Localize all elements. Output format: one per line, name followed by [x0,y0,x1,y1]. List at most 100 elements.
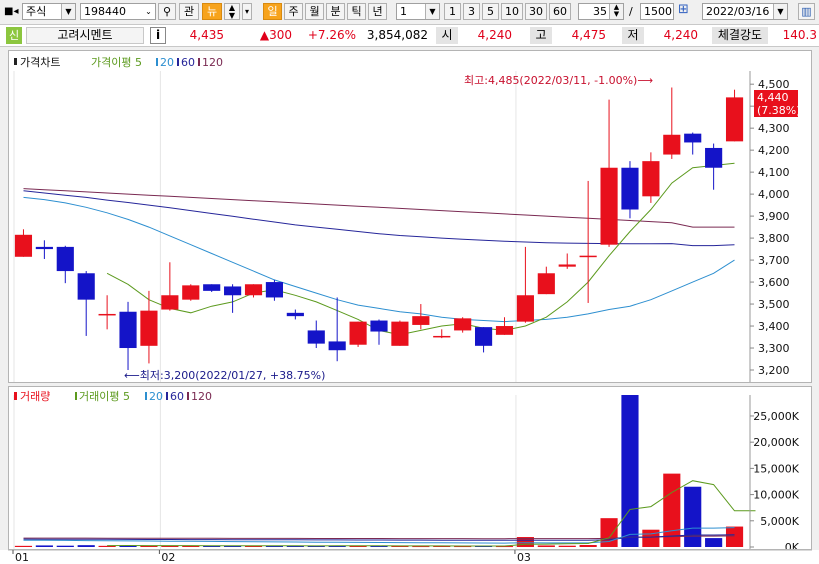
volume-legend-ma-label: 거래이평 [79,390,119,403]
quote-bar: 신 고려시멘트 i 4,435 ▲300 +7.26% 3,854,082 시 … [0,25,819,47]
open-label: 시 [436,27,458,44]
volume-legend-ma120: 120 [191,390,212,403]
legend-marker [145,392,147,400]
date-select[interactable]: 2022/03/16 ▼ [702,3,788,20]
count-spinner[interactable]: ▲ ▼ [609,4,623,19]
candle-body [77,273,95,300]
price-axis: 3,200 3,300 3,400 3,500 3,600 3,700 3,800 3,900… [749,71,790,382]
price-chart[interactable]: 3,200 3,300 3,400 3,500 3,600 3,700 3,800 3,900… [9,51,811,382]
chevron-down-icon[interactable]: ▼ [425,4,439,19]
low-annotation-text: 최저:3,200(2022/01/27, +38.75%) [140,369,326,382]
price-tick-label: 3,900 [758,210,790,223]
volume-bar [56,545,74,547]
period-btn-30[interactable]: 30 [525,3,547,20]
price-tick-label: 3,500 [758,298,790,311]
candle-body [621,167,639,210]
chevron-down-icon[interactable]: ⌄ [142,4,155,19]
legend-marker [198,58,200,66]
period-btn-10[interactable]: 10 [501,3,523,20]
volume-bar [35,545,53,547]
high-annotation-text: 최고:4,485(2022/03/11, -1.00%) [464,74,637,87]
candle-body [119,311,137,349]
period-btn-5[interactable]: 5 [482,3,499,20]
chevron-down-icon[interactable]: ▼ [61,4,75,19]
candle-body [14,234,33,257]
volume-legend-title: 거래량 [20,390,50,403]
price-grid [13,71,517,382]
volume-chart-pane[interactable]: 0K 5,000K 10,000K 15,000K 20,000K 25,000K 거래량… [8,386,812,550]
price-tick-label: 4,300 [758,122,790,135]
price-tick-label: 3,700 [758,254,790,267]
price-chart-pane[interactable]: 3,200 3,300 3,400 3,500 3,600 3,700 3,800 3,900… [8,50,812,383]
price-legend-ma5: 5 [135,56,142,69]
candle-body [161,295,179,310]
market-select-value: 주식 [26,5,47,18]
period-btn-3[interactable]: 3 [463,3,480,20]
date-tick-label: 03 [517,551,531,564]
price-tick-label: 4,200 [758,144,790,157]
tab-yearly[interactable]: 년 [368,3,387,20]
legend-marker [14,58,17,65]
low-price: 4,240 [663,28,698,42]
price-legend-ma120: 120 [202,56,223,69]
stock-name[interactable]: 고려시멘트 [26,27,144,44]
stock-code-input[interactable]: 198440 ⌄ [80,3,156,20]
period-btn-60[interactable]: 60 [549,3,571,20]
tab-daily[interactable]: 일 [263,3,282,20]
price-candles [14,87,744,371]
gwan-button[interactable]: 관 [179,3,199,20]
candle-body [35,246,53,250]
volume-legend-ma60: 60 [170,390,184,403]
total-count-input[interactable]: 1500 [640,3,674,20]
chevron-down-icon[interactable]: ▾ [242,3,252,20]
date-axis: 01 02 03 [0,550,819,564]
candle-body [182,285,200,300]
news-button[interactable]: 뉴 [202,3,222,20]
volume-chart[interactable]: 0K 5,000K 10,000K 15,000K 20,000K 25,000K 거래량… [9,387,811,549]
price-tick-label: 3,600 [758,276,790,289]
search-button[interactable]: ⚲ [158,3,176,20]
chart-settings-button[interactable]: ▥ [798,3,815,20]
tab-weekly[interactable]: 주 [284,3,303,20]
volume-bar [684,486,702,547]
count-value: 35 [593,5,607,18]
legend-marker [75,392,77,400]
high-price: 4,475 [571,28,606,42]
chevron-down-icon[interactable]: ▼ [773,4,787,19]
price-legend-ma: 가격이평 5 [91,56,142,69]
candle-body [495,326,514,335]
volume-bar [77,545,95,547]
grid-settings-icon[interactable]: ⊞ [678,2,689,18]
total-count-value: 1500 [644,5,672,18]
bar-chart-icon: ▥ [801,5,812,18]
count-input[interactable]: 35 ▲ ▼ [578,3,624,20]
period-select-value: 1 [400,5,407,18]
legend-marker [177,58,179,66]
volume-legend-ma20: 20 [149,390,163,403]
candle-body [705,147,723,168]
volume-axis: 0K 5,000K 10,000K 15,000K 20,000K 25,000K [749,395,800,549]
volume-tick-label: 15,000K [753,462,799,475]
candle-body [558,264,576,267]
period-select[interactable]: 1 ▼ [396,3,440,20]
candle-body [370,320,388,332]
volume-bar [600,518,618,547]
candle-body [224,286,242,296]
tab-monthly[interactable]: 월 [305,3,324,20]
price-tick-label: 4,000 [758,188,790,201]
period-btn-1[interactable]: 1 [444,3,461,20]
toggle-panel-icon[interactable]: ■◂ [4,4,18,20]
arrow-right-icon: ⟶ [637,74,653,87]
candle-body [244,284,263,296]
tab-minute[interactable]: 분 [326,3,345,20]
candle-body [474,327,493,346]
volume-bar [621,395,639,547]
price-tick-label: 4,100 [758,166,790,179]
volume-legend-ma: 거래이평 5 [79,390,130,403]
stock-spinner[interactable]: ▲ ▼ [224,3,240,20]
candle-body [203,284,221,291]
info-button[interactable]: i [150,27,166,44]
volume-bar [725,526,744,547]
tab-tick[interactable]: 틱 [347,3,366,20]
market-select[interactable]: 주식 ▼ [22,3,76,20]
